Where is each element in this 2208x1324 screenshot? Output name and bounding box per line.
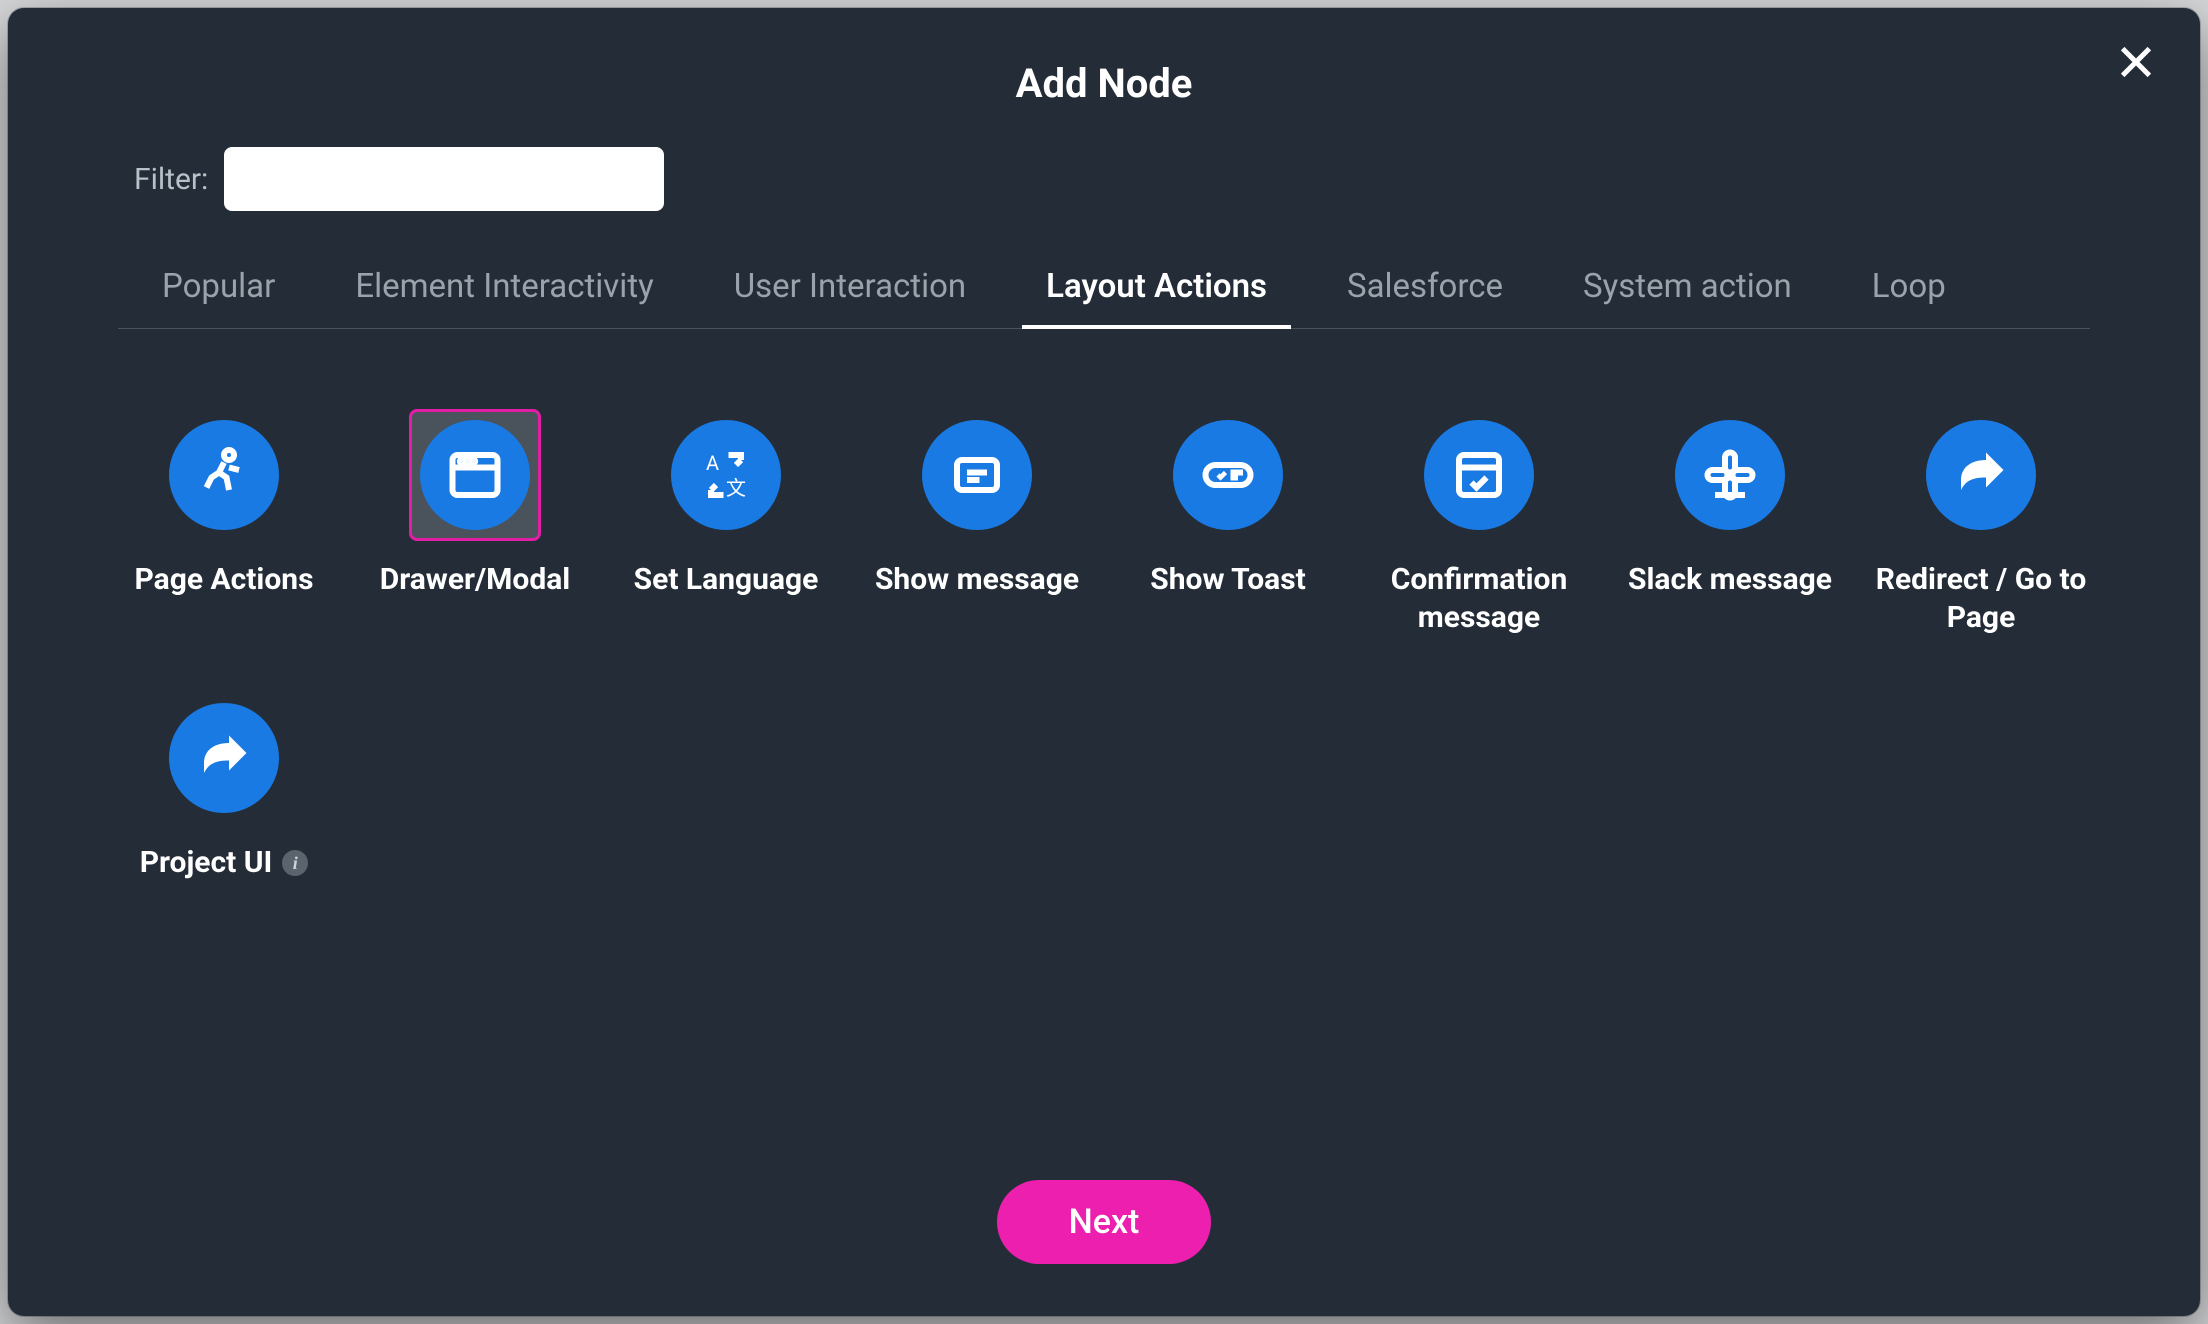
node-show-message[interactable]: Show message: [861, 401, 1093, 644]
node-label-text: Show Toast: [1150, 561, 1306, 599]
node-page-actions[interactable]: Page Actions: [108, 401, 340, 644]
node-drawer-modal[interactable]: Drawer/Modal: [359, 401, 591, 644]
add-node-modal: Add Node Filter: Popular Element Interact…: [8, 8, 2200, 1316]
node-label-text: Slack message: [1628, 561, 1832, 599]
node-label: Confirmation message: [1367, 561, 1591, 636]
node-grid: Page Actions Drawer/Modal A文 Set Languag…: [108, 401, 2100, 890]
node-label-text: Drawer/Modal: [380, 561, 571, 599]
node-redirect[interactable]: Redirect / Go to Page: [1865, 401, 2097, 644]
node-label-text: Show message: [875, 561, 1079, 599]
tab-user-interaction[interactable]: User Interaction: [730, 267, 970, 328]
node-icon-wrap: [1162, 409, 1294, 541]
translate-icon: A文: [671, 420, 781, 530]
node-set-language[interactable]: A文 Set Language: [610, 401, 842, 644]
node-icon-wrap: [1664, 409, 1796, 541]
svg-text:A: A: [706, 451, 719, 475]
share-arrow-icon: [1926, 420, 2036, 530]
node-label-text: Project UI: [140, 844, 273, 882]
node-label: Slack message: [1628, 561, 1832, 599]
node-label-text: Confirmation message: [1367, 561, 1591, 636]
next-button[interactable]: Next: [997, 1180, 1212, 1264]
node-label: Set Language: [634, 561, 819, 599]
modal-footer: Next: [64, 1180, 2144, 1268]
running-person-icon: [169, 420, 279, 530]
node-label: Show message: [875, 561, 1079, 599]
window-icon: [420, 420, 530, 530]
node-icon-wrap: [158, 692, 290, 824]
tab-element-interactivity[interactable]: Element Interactivity: [351, 267, 657, 328]
node-icon-wrap: A文: [660, 409, 792, 541]
node-label-text: Set Language: [634, 561, 819, 599]
node-show-toast[interactable]: Show Toast: [1112, 401, 1344, 644]
modal-title: Add Node: [64, 60, 2144, 107]
toast-icon: [1173, 420, 1283, 530]
filter-row: Filter:: [134, 147, 2144, 211]
node-icon-wrap: [158, 409, 290, 541]
filter-label: Filter:: [134, 162, 208, 197]
node-icon-wrap: [911, 409, 1043, 541]
node-project-ui[interactable]: Project UI i: [108, 684, 340, 890]
node-label: Drawer/Modal: [380, 561, 571, 599]
node-icon-wrap: [1915, 409, 2047, 541]
close-button[interactable]: [2108, 36, 2164, 92]
node-slack-message[interactable]: Slack message: [1614, 401, 1846, 644]
node-label: Project UI i: [140, 844, 309, 882]
tab-system-action[interactable]: System action: [1579, 267, 1796, 328]
svg-text:文: 文: [726, 476, 746, 500]
tab-popular[interactable]: Popular: [158, 267, 279, 328]
share-arrow-icon: [169, 703, 279, 813]
message-box-icon: [922, 420, 1032, 530]
node-label: Redirect / Go to Page: [1869, 561, 2093, 636]
tab-layout-actions[interactable]: Layout Actions: [1042, 267, 1271, 328]
node-label-text: Redirect / Go to Page: [1869, 561, 2093, 636]
check-window-icon: [1424, 420, 1534, 530]
node-label: Page Actions: [134, 561, 313, 599]
node-label-text: Page Actions: [134, 561, 313, 599]
info-icon[interactable]: i: [282, 850, 308, 876]
node-icon-wrap: [409, 409, 541, 541]
close-icon: [2116, 42, 2156, 86]
node-label: Show Toast: [1150, 561, 1306, 599]
tab-salesforce[interactable]: Salesforce: [1343, 267, 1507, 328]
node-icon-wrap: [1413, 409, 1545, 541]
slack-icon: [1675, 420, 1785, 530]
tab-loop[interactable]: Loop: [1868, 267, 1950, 328]
node-confirmation-message[interactable]: Confirmation message: [1363, 401, 1595, 644]
filter-input[interactable]: [224, 147, 664, 211]
tab-bar: Popular Element Interactivity User Interac…: [118, 267, 2090, 329]
